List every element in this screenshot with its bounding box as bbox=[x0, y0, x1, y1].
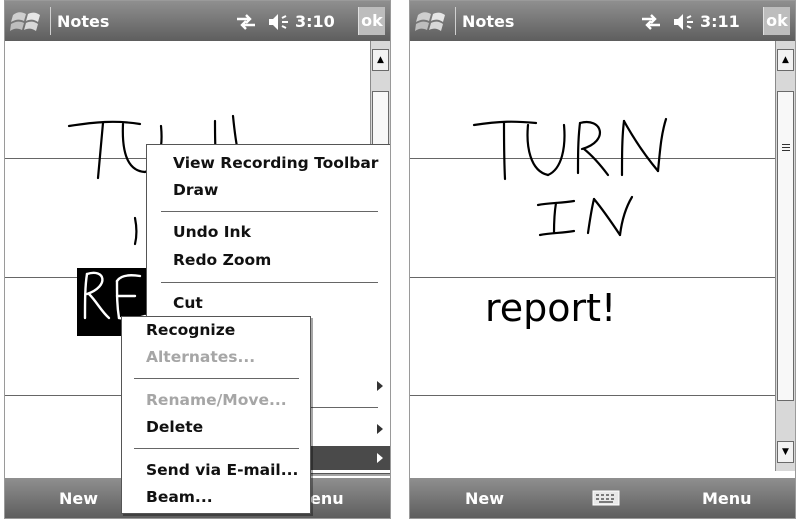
sub-menu: Recognize Alternates... Rename/Move... D… bbox=[121, 316, 311, 514]
menu-item-rename-move: Rename/Move... bbox=[146, 391, 287, 409]
ok-button[interactable]: ok bbox=[358, 7, 385, 35]
menu-item-send-via-email[interactable]: Send via E-mail... bbox=[146, 461, 298, 479]
menu-item-alternates: Alternates... bbox=[146, 348, 256, 366]
ruled-line bbox=[410, 277, 775, 278]
menu-separator bbox=[134, 378, 299, 379]
speaker-icon[interactable] bbox=[267, 10, 291, 34]
menu-separator bbox=[161, 282, 378, 283]
submenu-arrow-icon bbox=[377, 453, 383, 463]
scroll-up-icon[interactable]: ▲ bbox=[777, 49, 794, 71]
app-title: Notes bbox=[57, 12, 110, 31]
menu-separator bbox=[161, 211, 378, 212]
title-separator bbox=[455, 7, 456, 35]
menu-separator bbox=[134, 448, 299, 449]
notes-screen-left: Notes 3:10 ok ▲ New enu View Recording T… bbox=[4, 0, 391, 519]
menu-item-view-recording-toolbar[interactable]: View Recording Toolbar bbox=[173, 154, 378, 172]
recognized-text[interactable]: report! bbox=[485, 286, 616, 330]
scroll-thumb[interactable] bbox=[777, 91, 794, 401]
title-separator bbox=[50, 7, 51, 35]
menu-item-delete[interactable]: Delete bbox=[146, 418, 203, 436]
submenu-arrow-icon bbox=[377, 381, 383, 391]
keyboard-icon[interactable] bbox=[592, 490, 620, 506]
windows-logo-icon[interactable] bbox=[10, 7, 48, 35]
scroll-down-icon[interactable]: ▼ bbox=[777, 441, 794, 463]
menu-item-draw[interactable]: Draw bbox=[173, 181, 218, 199]
speaker-icon[interactable] bbox=[672, 10, 696, 34]
menu-softkey[interactable]: enu bbox=[310, 489, 344, 508]
menu-item-recognize[interactable]: Recognize bbox=[146, 321, 235, 339]
clock: 3:10 bbox=[295, 12, 335, 31]
menu-item-redo-zoom[interactable]: Redo Zoom bbox=[173, 251, 271, 269]
clock: 3:11 bbox=[700, 12, 740, 31]
connectivity-icon[interactable] bbox=[639, 10, 663, 34]
menu-softkey[interactable]: Menu bbox=[702, 489, 752, 508]
submenu-arrow-icon bbox=[377, 424, 383, 434]
connectivity-icon[interactable] bbox=[234, 10, 258, 34]
menu-item-cut[interactable]: Cut bbox=[173, 294, 203, 312]
title-bar: Notes 3:10 ok bbox=[5, 1, 390, 41]
menu-item-beam[interactable]: Beam... bbox=[146, 488, 213, 506]
handwriting-ink[interactable] bbox=[470, 111, 690, 251]
ruled-line bbox=[410, 395, 775, 396]
softkey-bar: New Menu bbox=[410, 478, 795, 518]
scroll-up-icon[interactable]: ▲ bbox=[372, 49, 389, 71]
notes-screen-right: Notes 3:11 ok report! ▲ ▼ New Menu bbox=[409, 0, 796, 519]
title-bar: Notes 3:11 ok bbox=[410, 1, 795, 41]
new-softkey[interactable]: New bbox=[59, 489, 98, 508]
ok-button[interactable]: ok bbox=[763, 7, 790, 35]
menu-item-undo-ink[interactable]: Undo Ink bbox=[173, 223, 251, 241]
windows-logo-icon[interactable] bbox=[415, 7, 453, 35]
new-softkey[interactable]: New bbox=[465, 489, 504, 508]
app-title: Notes bbox=[462, 12, 515, 31]
vertical-scrollbar[interactable]: ▲ ▼ bbox=[775, 41, 795, 471]
